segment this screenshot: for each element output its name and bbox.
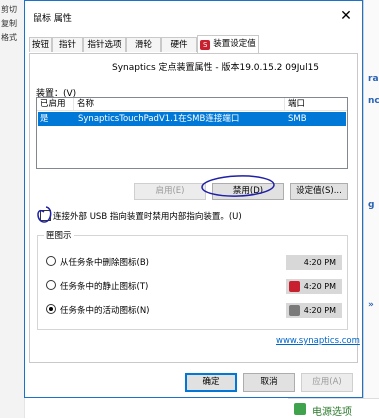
synaptics-icon: [289, 281, 300, 292]
cancel-button[interactable]: 取消: [243, 373, 295, 392]
radio-static-icon[interactable]: [46, 280, 56, 290]
checkbox-label: 连接外部 USB 指向装置时禁用内部指向装置。(U): [53, 212, 242, 222]
background-window-left: 剪切 复制 格式: [0, 0, 25, 418]
bg-copy-item: 复制: [1, 19, 17, 28]
tray-option-remove[interactable]: 从任务条中删除图标(B): [46, 256, 149, 270]
version-line: Synaptics 定点装置属性 - 版本19.0.15.2 09Jul15: [112, 63, 320, 73]
tray-preview-remove: 4:20 PM: [286, 255, 342, 270]
bg-mark: »: [368, 300, 374, 310]
tab-pointer-options[interactable]: 指针选项: [83, 37, 126, 52]
bg-format-item: 格式: [1, 33, 17, 42]
tray-icon-group: 匣图示 从任务条中删除图标(B) 4:20 PM 任务条中的静止图标(T) 4:…: [37, 229, 348, 330]
title-bar[interactable]: 鼠标 属性 ✕: [25, 1, 362, 31]
background-window-right: ra nc g »: [363, 0, 379, 418]
tab-device-settings[interactable]: S 装置设定值: [197, 35, 259, 54]
power-options-item[interactable]: 电源选项: [288, 398, 379, 419]
column-name[interactable]: 名称: [74, 98, 285, 111]
bg-mark: ra: [368, 74, 379, 84]
bg-cut-item: 剪切: [1, 5, 17, 14]
row-enabled: 是: [40, 114, 49, 124]
tray-preview-active: 4:20 PM: [286, 303, 342, 318]
tab-hardware[interactable]: 硬件: [161, 37, 197, 52]
power-options-icon: [294, 403, 306, 415]
disable-internal-checkbox[interactable]: [40, 210, 51, 221]
tray-option-static[interactable]: 任务条中的静止图标(T): [46, 280, 148, 294]
power-options-label: 电源选项: [312, 407, 352, 418]
enable-button[interactable]: 启用(E): [134, 183, 206, 200]
tab-pointers[interactable]: 指针: [52, 37, 83, 52]
device-list[interactable]: 已启用 名称 端口 是 SynapticsTouchPadV1.1在SMB连接端…: [36, 97, 348, 169]
tray-option-active[interactable]: 任务条中的活动图标(N): [46, 304, 150, 318]
tab-buttons[interactable]: 按钮: [29, 37, 52, 52]
tab-wheel[interactable]: 滑轮: [126, 37, 161, 52]
tray-group-label: 匣图示: [44, 229, 74, 241]
disable-button[interactable]: 禁用(D): [212, 183, 284, 200]
tab-bar: 按钮 指针 指针选项 滑轮 硬件 S 装置设定值: [29, 35, 359, 54]
synaptics-icon: S: [200, 40, 211, 50]
column-port[interactable]: 端口: [285, 98, 347, 111]
radio-active-icon[interactable]: [46, 304, 56, 314]
radio-remove-icon[interactable]: [46, 256, 56, 266]
disable-internal-checkbox-row[interactable]: 连接外部 USB 指向装置时禁用内部指向装置。(U): [40, 210, 242, 222]
column-enabled[interactable]: 已启用: [37, 98, 74, 111]
tray-preview-static: 4:20 PM: [286, 279, 342, 294]
bg-mark: nc: [368, 96, 379, 106]
ok-button[interactable]: 确定: [185, 373, 237, 392]
close-icon[interactable]: ✕: [335, 5, 357, 27]
row-port: SMB: [288, 114, 307, 124]
mouse-properties-dialog: 鼠标 属性 ✕ 按钮 指针 指针选项 滑轮 硬件 S 装置设定值 Synaptic…: [24, 0, 363, 398]
device-settings-panel: Synaptics 定点装置属性 - 版本19.0.15.2 09Jul15 装…: [29, 53, 360, 363]
settings-button[interactable]: 设定值(S)...: [290, 183, 348, 200]
touchpad-icon: [289, 305, 300, 316]
apply-button[interactable]: 应用(A): [301, 373, 353, 392]
table-row[interactable]: 是 SynapticsTouchPadV1.1在SMB连接端口 SMB: [38, 112, 346, 126]
dialog-title: 鼠标 属性: [33, 14, 72, 24]
synaptics-link[interactable]: www.synaptics.com: [276, 336, 360, 346]
row-name: SynapticsTouchPadV1.1在SMB连接端口: [78, 114, 240, 124]
bg-mark: g: [368, 200, 375, 210]
